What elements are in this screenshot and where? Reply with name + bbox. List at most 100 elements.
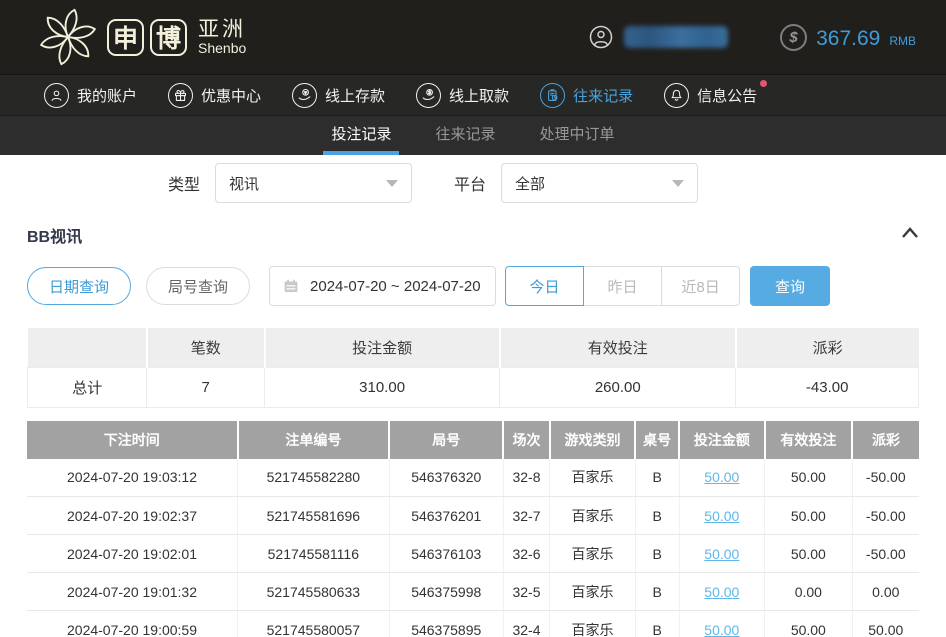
cell-table: B <box>635 611 679 637</box>
balance-amount: 367.69 <box>816 27 880 51</box>
deposit-coin-hand-icon <box>292 83 317 108</box>
username-redacted <box>624 26 728 48</box>
date-range-input[interactable]: 2024-07-20 ~ 2024-07-20 <box>269 266 496 306</box>
quick-date-group: 今日 昨日 近8日 <box>505 266 740 306</box>
summary-header-row: 笔数 投注金额 有效投注 派彩 <box>28 328 919 367</box>
round-query-button[interactable]: 局号查询 <box>146 267 250 305</box>
bet-amount-link[interactable]: 50.00 <box>704 622 739 637</box>
bet-records-table: 下注时间 注单编号 局号 场次 游戏类别 桌号 投注金额 有效投注 派彩 202… <box>27 421 919 637</box>
cell-payout: 0.00 <box>852 573 919 611</box>
flower-logo-icon <box>38 7 98 67</box>
cell-bet-id: 521745580633 <box>238 573 390 611</box>
summary-count: 7 <box>147 367 265 407</box>
query-toolbar: 日期查询 局号查询 2024-07-20 ~ 2024-07-20 今日 昨日 <box>27 266 919 306</box>
summary-header-payout: 派彩 <box>736 328 919 367</box>
cell-valid: 50.00 <box>765 459 852 497</box>
cell-session: 32-6 <box>503 535 549 573</box>
collapse-chevron-up-icon[interactable] <box>901 226 919 245</box>
cell-valid: 0.00 <box>765 573 852 611</box>
type-filter-label: 类型 <box>168 171 200 195</box>
col-header-bet: 投注金额 <box>679 421 765 459</box>
bet-amount-link[interactable]: 50.00 <box>704 508 739 524</box>
summary-total-row: 总计 7 310.00 260.00 -43.00 <box>28 367 919 407</box>
top-header: 申 博 亚洲 Shenbo $ 367.69 RMB <box>0 0 946 74</box>
cell-bet-id: 521745581116 <box>238 535 390 573</box>
nav-label: 信息公告 <box>697 85 757 106</box>
user-avatar-icon <box>589 25 613 49</box>
brand-char-2: 博 <box>150 19 187 56</box>
button-label: 局号查询 <box>168 276 228 297</box>
cell-table: B <box>635 535 679 573</box>
records-header-row: 下注时间 注单编号 局号 场次 游戏类别 桌号 投注金额 有效投注 派彩 <box>27 421 919 459</box>
cell-bet-id: 521745581696 <box>238 497 390 535</box>
tab-transaction-records[interactable]: 往来记录 <box>427 116 503 155</box>
cell-payout: 50.00 <box>852 611 919 637</box>
today-button[interactable]: 今日 <box>505 266 584 306</box>
bet-amount-link[interactable]: 50.00 <box>704 469 739 485</box>
cell-game: 百家乐 <box>550 611 636 637</box>
tab-bet-records[interactable]: 投注记录 <box>323 116 399 155</box>
cell-session: 32-5 <box>503 573 549 611</box>
date-query-button[interactable]: 日期查询 <box>27 267 131 305</box>
cell-game: 百家乐 <box>550 535 636 573</box>
main-content: 类型 视讯 平台 全部 BB视讯 日期查询 局号查询 <box>0 163 946 637</box>
search-button[interactable]: 查询 <box>750 266 830 306</box>
cell-time: 2024-07-20 19:02:01 <box>27 535 238 573</box>
col-header-round-id: 局号 <box>389 421 503 459</box>
balance-display[interactable]: $ 367.69 RMB <box>780 24 916 51</box>
type-select[interactable]: 视讯 <box>215 163 412 203</box>
tab-pending-orders[interactable]: 处理中订单 <box>532 116 623 155</box>
tab-label: 处理中订单 <box>540 123 615 144</box>
nav-item-deposit[interactable]: 线上存款 <box>292 83 385 108</box>
table-row: 2024-07-20 19:03:12 521745582280 5463763… <box>27 459 919 497</box>
nav-item-announcements[interactable]: 信息公告 <box>664 83 757 108</box>
summary-valid-bet: 260.00 <box>500 367 736 407</box>
main-nav: 我的账户 优惠中心 线上存款 线上取款 往来记录 信息公告 <box>0 74 946 115</box>
cell-round-id: 546375998 <box>389 573 503 611</box>
nav-item-promotions[interactable]: 优惠中心 <box>168 83 261 108</box>
filter-row: 类型 视讯 平台 全部 <box>168 163 919 203</box>
summary-total-label: 总计 <box>28 367 147 407</box>
col-header-payout: 派彩 <box>852 421 919 459</box>
date-range-value: 2024-07-20 ~ 2024-07-20 <box>310 278 481 295</box>
nav-label: 线上存款 <box>325 85 385 106</box>
brand-logo[interactable]: 申 博 亚洲 Shenbo <box>38 7 246 67</box>
user-account-chip[interactable] <box>589 25 728 49</box>
cell-payout: -50.00 <box>852 459 919 497</box>
cell-round-id: 546376103 <box>389 535 503 573</box>
yesterday-button[interactable]: 昨日 <box>583 266 662 306</box>
brand-region: 亚洲 <box>198 19 246 41</box>
balance-currency: RMB <box>889 34 916 51</box>
col-header-time: 下注时间 <box>27 421 238 459</box>
button-label: 近8日 <box>681 276 719 297</box>
nav-item-my-account[interactable]: 我的账户 <box>44 83 137 108</box>
col-header-session: 场次 <box>503 421 549 459</box>
nav-item-transaction-records[interactable]: 往来记录 <box>540 83 633 108</box>
platform-select-value: 全部 <box>515 173 545 194</box>
cell-payout: -50.00 <box>852 497 919 535</box>
bet-amount-link[interactable]: 50.00 <box>704 584 739 600</box>
col-header-valid: 有效投注 <box>765 421 852 459</box>
summary-header-valid-bet: 有效投注 <box>500 328 736 367</box>
cell-valid: 50.00 <box>765 497 852 535</box>
cell-session: 32-7 <box>503 497 549 535</box>
cell-time: 2024-07-20 19:02:37 <box>27 497 238 535</box>
last-8-days-button[interactable]: 近8日 <box>661 266 740 306</box>
cell-table: B <box>635 497 679 535</box>
nav-label: 线上取款 <box>449 85 509 106</box>
records-clipboard-icon <box>540 83 565 108</box>
nav-item-withdraw[interactable]: 线上取款 <box>416 83 509 108</box>
cell-valid: 50.00 <box>765 535 852 573</box>
cell-bet-id: 521745580057 <box>238 611 390 637</box>
withdraw-coin-hand-icon <box>416 83 441 108</box>
cell-table: B <box>635 459 679 497</box>
tab-label: 往来记录 <box>435 123 495 144</box>
notification-dot <box>760 80 767 87</box>
platform-select[interactable]: 全部 <box>501 163 698 203</box>
nav-label: 优惠中心 <box>201 85 261 106</box>
summary-header-count: 笔数 <box>147 328 265 367</box>
brand-name: 申 博 <box>107 19 187 56</box>
nav-label: 往来记录 <box>573 85 633 106</box>
cell-game: 百家乐 <box>550 573 636 611</box>
bet-amount-link[interactable]: 50.00 <box>704 546 739 562</box>
